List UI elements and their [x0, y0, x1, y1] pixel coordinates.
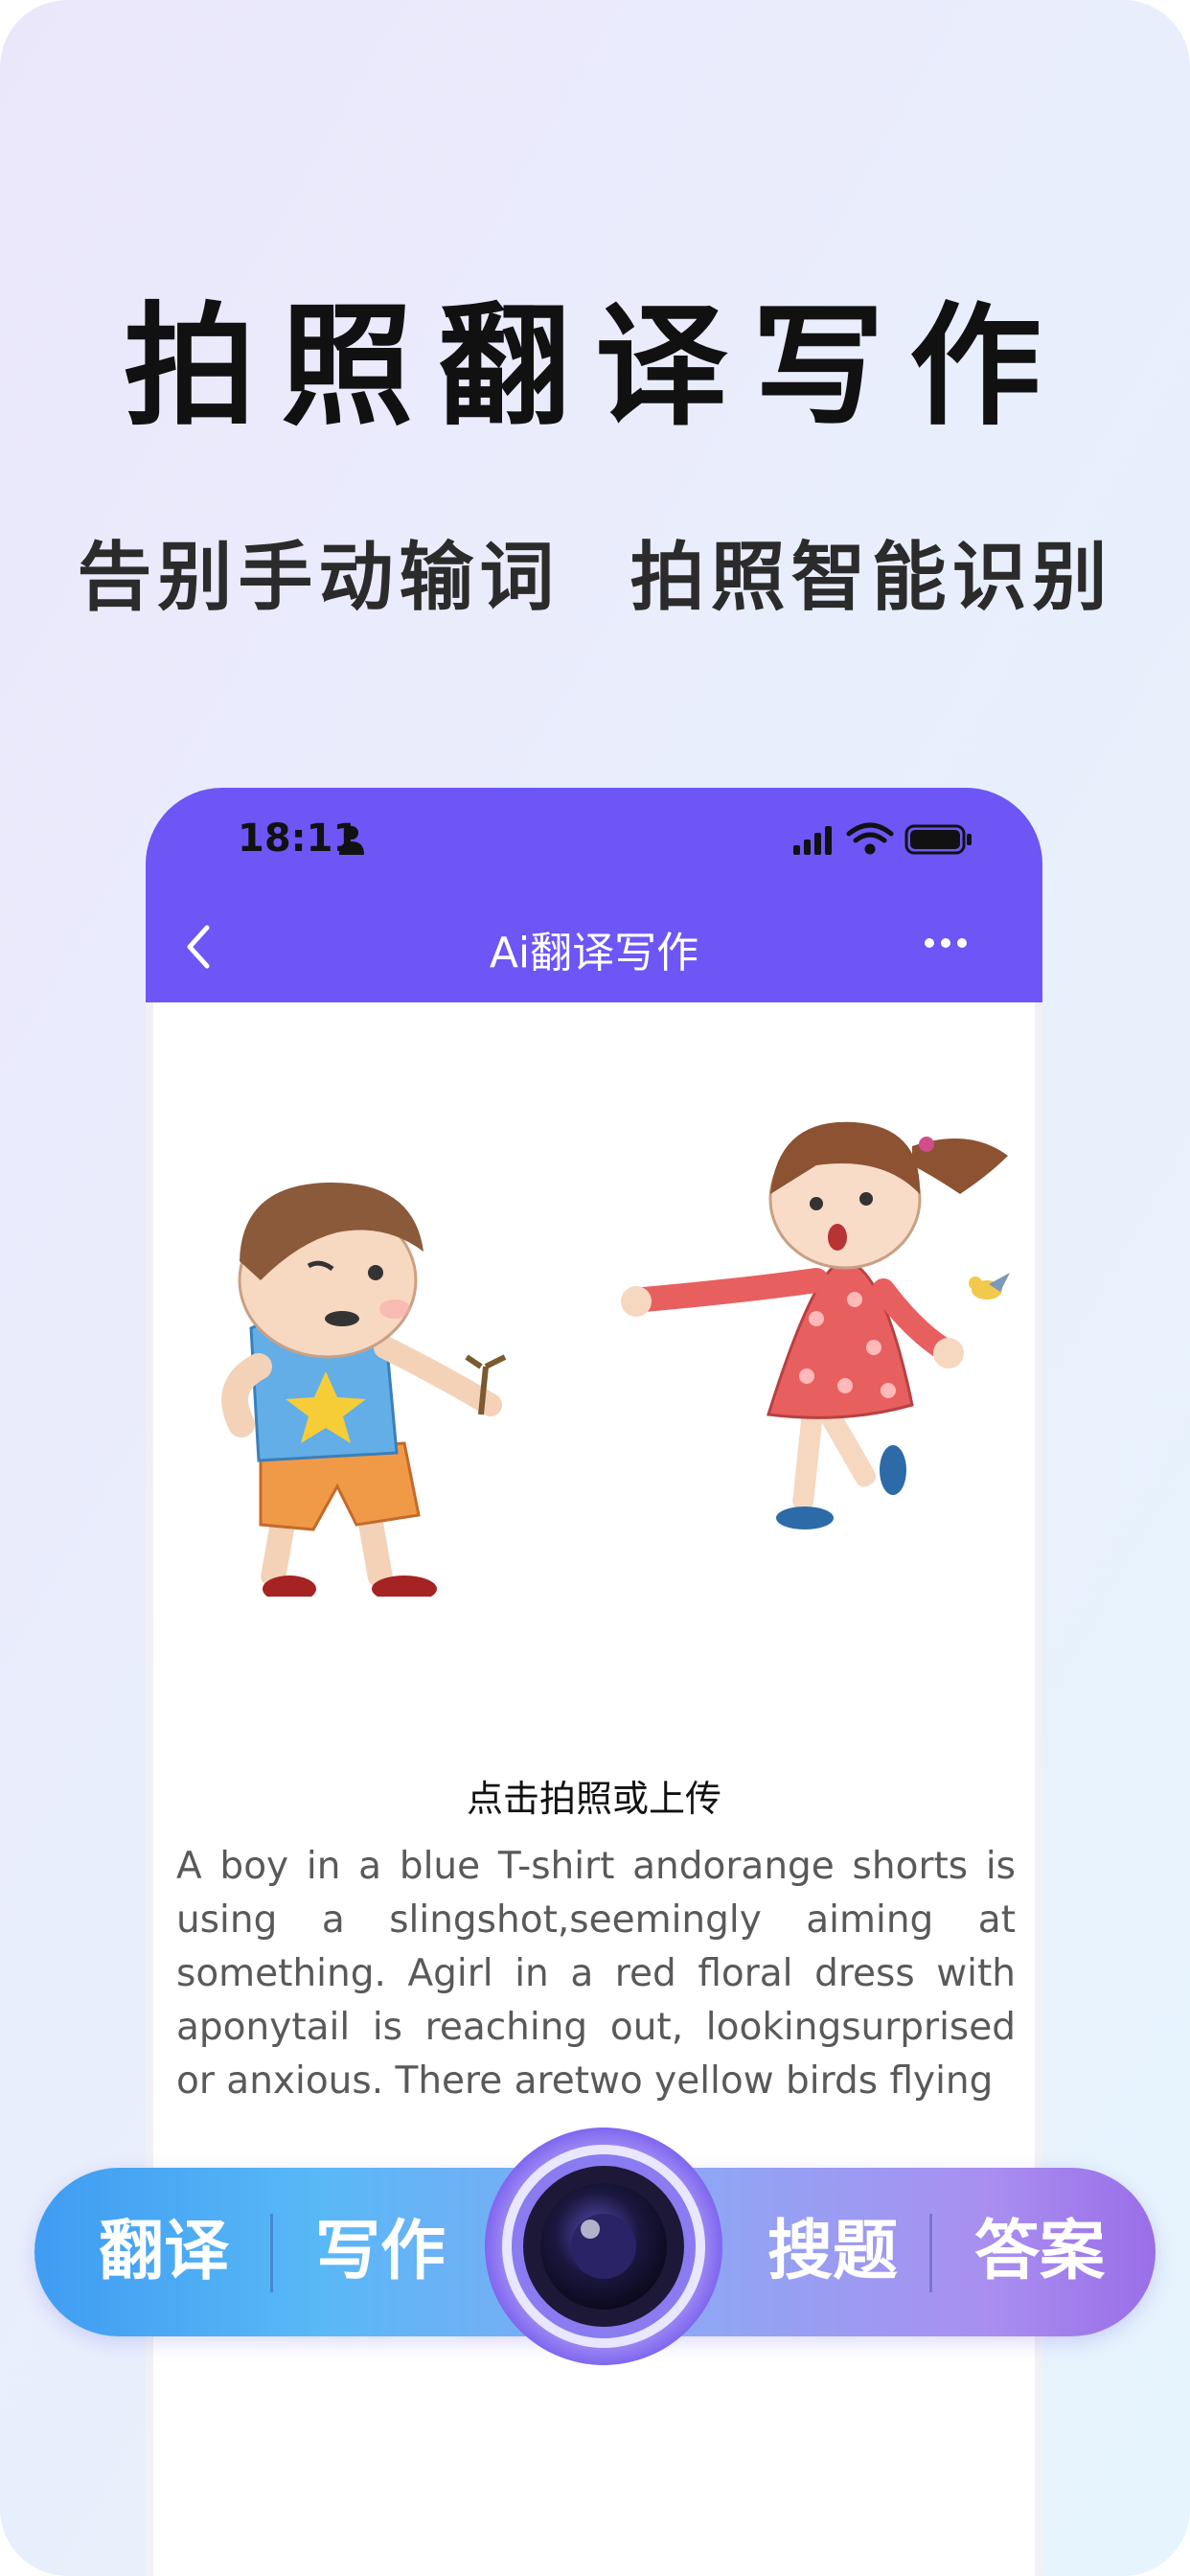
ai-description-text: A boy in a blue T-shirt andorange shorts… — [176, 1845, 1016, 2103]
translate-button[interactable]: 翻译 — [73, 2168, 255, 2336]
nav-title: Ai翻译写作 — [489, 929, 699, 978]
divider — [270, 2214, 273, 2292]
wifi-icon — [846, 822, 894, 855]
subheadline: 告别手动输词 拍照智能识别 — [77, 535, 1113, 621]
take-photo-upload-text[interactable]: 点击拍照或上传 — [146, 1769, 1042, 1822]
camera-lens-icon[interactable] — [483, 2126, 724, 2367]
divider — [929, 2214, 932, 2292]
bird-figure — [969, 1273, 1010, 1300]
app-header: 18:11 Ai翻译写作 — [146, 788, 1042, 1002]
search-question-button[interactable]: 搜题 — [742, 2168, 924, 2336]
person-icon — [339, 826, 364, 855]
signal-icon — [793, 826, 832, 855]
boy-figure — [221, 1182, 507, 1597]
write-button[interactable]: 写作 — [289, 2168, 471, 2336]
children-illustration[interactable] — [146, 1002, 1042, 1597]
status-icons — [793, 822, 972, 855]
girl-figure — [621, 1121, 1008, 1530]
battery-icon — [904, 824, 972, 855]
more-horizontal-icon[interactable] — [922, 933, 970, 953]
answer-button[interactable]: 答案 — [949, 2168, 1131, 2336]
promo-page: 拍照翻译写作 告别手动输词 拍照智能识别 18:11 Ai翻译写作 点击拍照或上… — [0, 0, 1190, 2576]
headline: 拍照翻译写作 — [123, 289, 1066, 444]
